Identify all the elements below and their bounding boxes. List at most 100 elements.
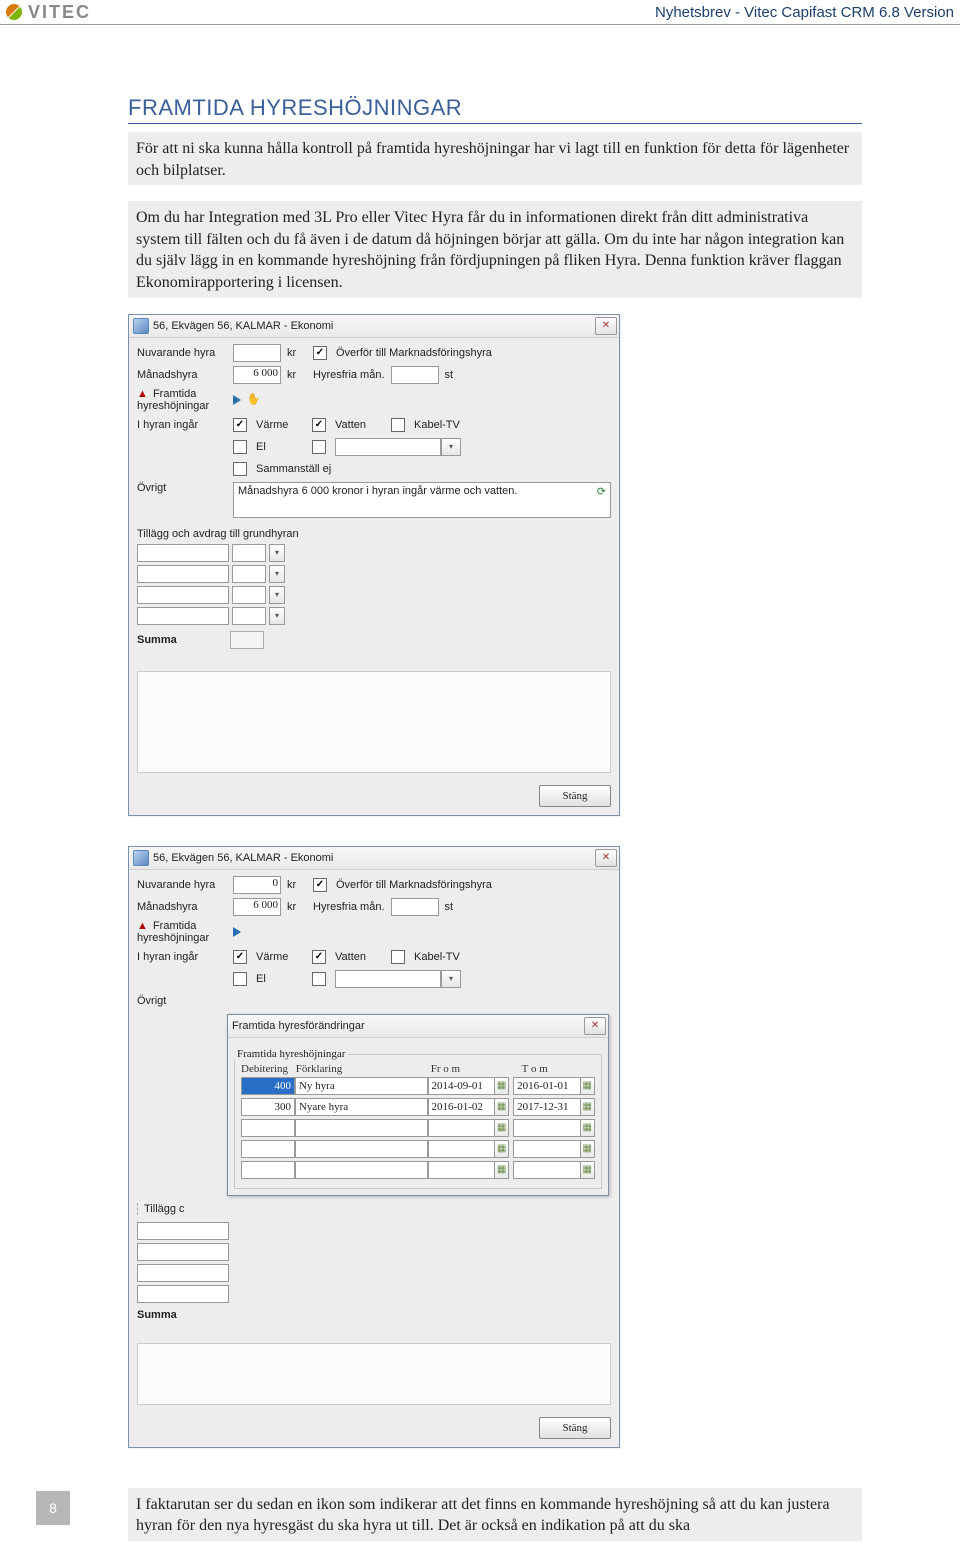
unit-st: st: [445, 369, 454, 381]
checkbox-vatten[interactable]: [312, 418, 326, 432]
tillagg2-desc-3[interactable]: [137, 1264, 229, 1282]
cell-tom[interactable]: [513, 1161, 580, 1179]
label-ovrigt: Övrigt: [137, 482, 227, 494]
checkbox-varme[interactable]: [233, 418, 247, 432]
checkbox-vatten-2[interactable]: [312, 950, 326, 964]
cell-tom[interactable]: 2017-12-31: [513, 1098, 580, 1116]
cell-debitering[interactable]: [241, 1119, 295, 1137]
calendar-icon[interactable]: ▦: [581, 1161, 595, 1179]
label-ihyran: I hyran ingår: [137, 419, 227, 431]
calendar-icon[interactable]: ▦: [495, 1161, 509, 1179]
cell-from[interactable]: [428, 1161, 495, 1179]
cell-tom[interactable]: 2016-01-01: [513, 1077, 580, 1095]
tillagg-desc-3[interactable]: [137, 586, 229, 604]
checkbox-overfor[interactable]: [313, 346, 327, 360]
window-icon: [133, 850, 149, 866]
unit-kr-2: kr: [287, 369, 307, 381]
cell-forklaring[interactable]: [295, 1119, 428, 1137]
cell-from[interactable]: 2016-01-02: [428, 1098, 495, 1116]
checkbox-overfor-2[interactable]: [313, 878, 327, 892]
tillagg-val-3[interactable]: [232, 586, 266, 604]
inner-close-button[interactable]: ✕: [584, 1017, 606, 1035]
checkbox-varme-2[interactable]: [233, 950, 247, 964]
ekonomi-dialog-2: 56, Ekvägen 56, KALMAR - Ekonomi ✕ Nuvar…: [128, 846, 620, 1448]
combo-extra-2[interactable]: [335, 970, 441, 988]
calendar-icon[interactable]: ▦: [495, 1098, 509, 1116]
textarea-ovrigt[interactable]: Månadshyra 6 000 kronor i hyran ingår vä…: [233, 482, 611, 518]
refresh-icon[interactable]: ⟳: [597, 485, 606, 498]
calendar-icon[interactable]: ▦: [581, 1140, 595, 1158]
input-hyresfria[interactable]: [391, 366, 439, 384]
close-dialog-button-2[interactable]: Stäng: [539, 1417, 611, 1439]
tillagg-desc-1[interactable]: [137, 544, 229, 562]
window-title: 56, Ekvägen 56, KALMAR - Ekonomi: [153, 320, 333, 332]
label-hyresfria-2: Hyresfria mån.: [313, 901, 385, 913]
cell-tom[interactable]: [513, 1140, 580, 1158]
tillagg-val-2[interactable]: [232, 565, 266, 583]
cell-debitering[interactable]: [241, 1140, 295, 1158]
expand-icon-2[interactable]: [233, 927, 241, 937]
inner-row: ▦▦: [241, 1119, 595, 1137]
input-manadshyra-2[interactable]: 6 000: [233, 898, 281, 916]
logo-icon: [6, 4, 22, 20]
tillagg-drop-2[interactable]: ▾: [269, 565, 285, 583]
label-ihyran-2: I hyran ingår: [137, 951, 227, 963]
tillagg2-desc-2[interactable]: [137, 1243, 229, 1261]
input-nuvarande-hyra[interactable]: [233, 344, 281, 362]
cell-from[interactable]: 2014-09-01: [428, 1077, 495, 1095]
checkbox-el[interactable]: [233, 440, 247, 454]
checkbox-kabeltv-2[interactable]: [391, 950, 405, 964]
tillagg-desc-4[interactable]: [137, 607, 229, 625]
inner-title: Framtida hyresförändringar: [232, 1020, 365, 1032]
label-nuvarande-2: Nuvarande hyra: [137, 879, 227, 891]
cell-forklaring[interactable]: [295, 1140, 428, 1158]
checkbox-blank[interactable]: [312, 440, 326, 454]
label-varme: Värme: [256, 419, 306, 431]
label-varme-2: Värme: [256, 951, 306, 963]
cell-forklaring[interactable]: Ny hyra: [295, 1077, 428, 1095]
cell-forklaring[interactable]: Nyare hyra: [295, 1098, 428, 1116]
calendar-icon[interactable]: ▦: [581, 1077, 595, 1095]
checkbox-sammanstall[interactable]: [233, 462, 247, 476]
checkbox-blank-2[interactable]: [312, 972, 326, 986]
calendar-icon[interactable]: ▦: [495, 1140, 509, 1158]
cell-from[interactable]: [428, 1119, 495, 1137]
close-button[interactable]: ✕: [595, 317, 617, 335]
cell-tom[interactable]: [513, 1119, 580, 1137]
input-nuvarande-2[interactable]: 0: [233, 876, 281, 894]
input-manadshyra[interactable]: 6 000: [233, 366, 281, 384]
tillagg-drop-1[interactable]: ▾: [269, 544, 285, 562]
cell-debitering[interactable]: 400: [241, 1077, 295, 1095]
tillagg-drop-4[interactable]: ▾: [269, 607, 285, 625]
cell-debitering[interactable]: 300: [241, 1098, 295, 1116]
calendar-icon[interactable]: ▦: [581, 1119, 595, 1137]
cell-forklaring[interactable]: [295, 1161, 428, 1179]
combo-extra[interactable]: [335, 438, 441, 456]
tillagg2-desc-1[interactable]: [137, 1222, 229, 1240]
tillagg2-desc-4[interactable]: [137, 1285, 229, 1303]
tillagg-val-4[interactable]: [232, 607, 266, 625]
close-button-2[interactable]: ✕: [595, 849, 617, 867]
label-framtida-2: ▲ Framtida hyreshöjningar: [137, 920, 227, 944]
label-tillagg: Tillägg och avdrag till grundhyran: [137, 528, 611, 540]
checkbox-el-2[interactable]: [233, 972, 247, 986]
paragraph-1: För att ni ska kunna hålla kontroll på f…: [128, 132, 862, 185]
input-hyresfria-2[interactable]: [391, 898, 439, 916]
cell-debitering[interactable]: [241, 1161, 295, 1179]
newsletter-label: Nyhetsbrev - Vitec Capifast CRM 6.8 Vers…: [655, 4, 954, 21]
label-manadshyra-2: Månadshyra: [137, 901, 227, 913]
cell-from[interactable]: [428, 1140, 495, 1158]
close-dialog-button[interactable]: Stäng: [539, 785, 611, 807]
calendar-icon[interactable]: ▦: [495, 1077, 509, 1095]
calendar-icon[interactable]: ▦: [495, 1119, 509, 1137]
label-tillagg-cut: Tillägg c: [137, 1203, 234, 1215]
fieldset-label: Framtida hyreshöjningar: [234, 1048, 348, 1060]
calendar-icon[interactable]: ▦: [581, 1098, 595, 1116]
dropdown-icon[interactable]: ▾: [441, 438, 461, 456]
dropdown-icon-2[interactable]: ▾: [441, 970, 461, 988]
tillagg-desc-2[interactable]: [137, 565, 229, 583]
expand-icon[interactable]: [233, 395, 241, 405]
tillagg-drop-3[interactable]: ▾: [269, 586, 285, 604]
checkbox-kabeltv[interactable]: [391, 418, 405, 432]
tillagg-val-1[interactable]: [232, 544, 266, 562]
